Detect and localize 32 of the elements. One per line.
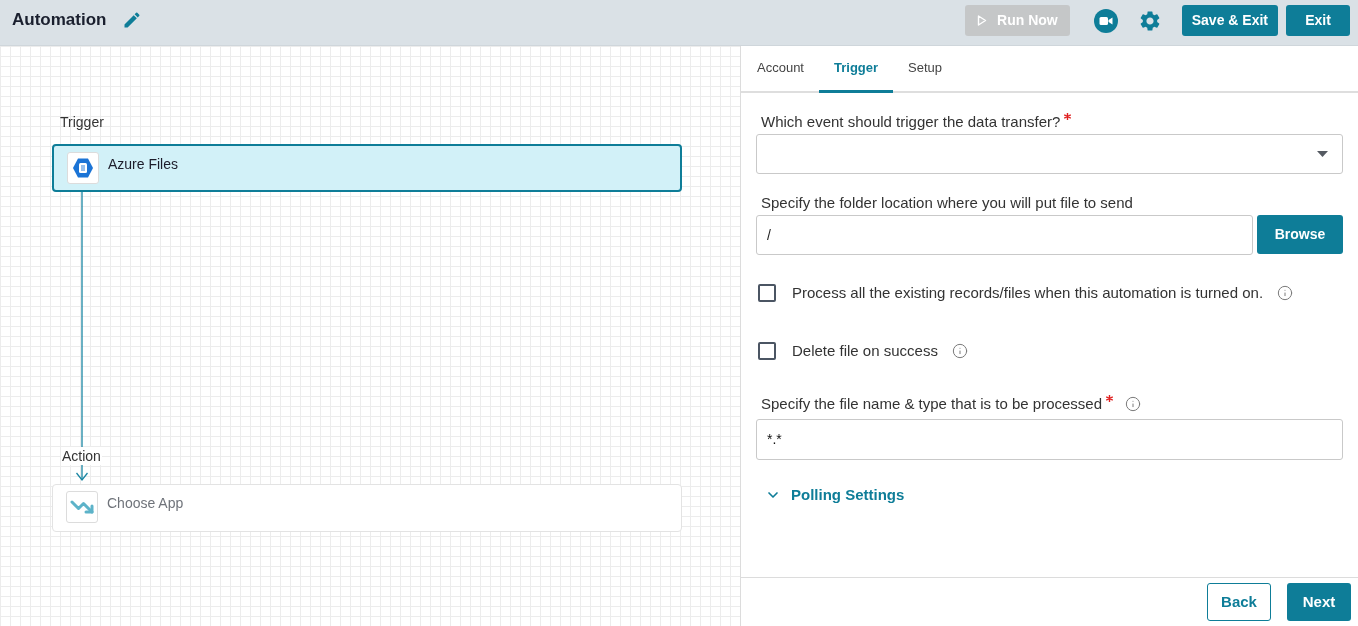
panel-tab[interactable]: Trigger [819, 46, 894, 93]
page-title: Automation [12, 8, 107, 31]
file-share-app-icon [67, 152, 99, 184]
field-label: Which event should trigger the data transfer? [761, 112, 1061, 132]
step-heading: Trigger [60, 113, 104, 131]
panel-tab[interactable]: Setup [893, 46, 958, 93]
file-pattern-input-field[interactable]: *.* [756, 419, 1343, 460]
browse-button[interactable]: Browse [1257, 215, 1343, 254]
info-icon[interactable] [1277, 285, 1294, 301]
header-button[interactable]: Exit [1286, 5, 1350, 36]
step-app-name: Azure Files [108, 155, 179, 173]
checkbox[interactable] [758, 284, 776, 302]
step-node[interactable]: Choose App [52, 484, 682, 532]
dropdown-caret-icon [1317, 151, 1328, 157]
polling-settings-toggle[interactable]: Polling Settings [791, 483, 905, 507]
info-icon[interactable] [951, 343, 968, 359]
field-label: Specify the folder location where you will put file to send [761, 193, 1133, 213]
next-button[interactable]: Next [1287, 583, 1351, 621]
checkbox[interactable] [758, 342, 776, 360]
step-heading: Action [61, 447, 102, 465]
panel-tab[interactable]: Account [742, 46, 819, 93]
step-app-name: Choose App [107, 494, 184, 512]
play-icon [977, 15, 988, 26]
info-icon[interactable] [1125, 396, 1142, 412]
checkbox-label: Process all the existing records/files when this automation is turned on. [792, 283, 1264, 303]
field-label: Specify the file name & type that is to be processed [761, 394, 1103, 414]
checkbox-label: Delete file on success [792, 341, 938, 361]
folder-input-field[interactable]: / [756, 215, 1253, 255]
step-node[interactable]: Azure Files [52, 144, 682, 192]
back-button[interactable]: Back [1207, 583, 1271, 621]
video-camera-icon[interactable] [1093, 8, 1118, 33]
header-button[interactable]: Save & Exit [1181, 5, 1278, 36]
